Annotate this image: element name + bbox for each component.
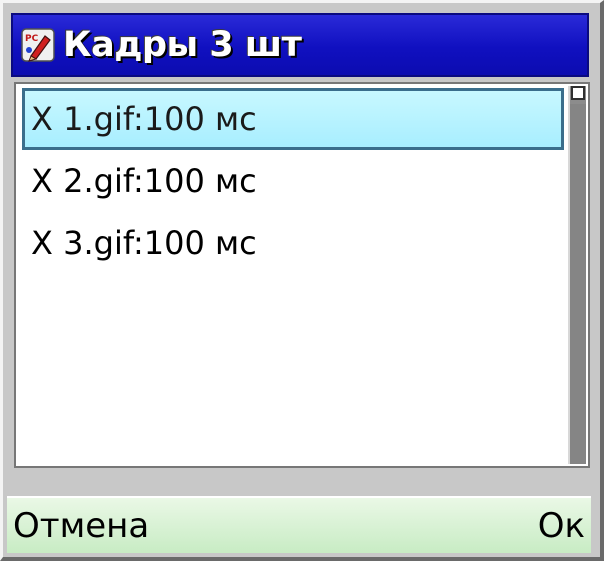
- paint-app-icon: PC: [21, 28, 55, 62]
- list-item-label: X 1.gif:100 мс: [31, 100, 257, 138]
- title-bar: PC Кадры 3 шт: [11, 13, 589, 77]
- cancel-button[interactable]: Отмена: [7, 506, 155, 546]
- list-item-label: X 2.gif:100 мс: [31, 162, 257, 200]
- scroll-track[interactable]: [570, 104, 586, 464]
- frames-list-panel: X 1.gif:100 мс X 2.gif:100 мс X 3.gif:10…: [14, 82, 590, 468]
- window-title: Кадры 3 шт: [63, 25, 302, 65]
- softkey-bar: Отмена Ок: [7, 496, 591, 553]
- frames-list: X 1.gif:100 мс X 2.gif:100 мс X 3.gif:10…: [22, 88, 564, 274]
- list-item-frame-3[interactable]: X 3.gif:100 мс: [22, 212, 564, 274]
- svg-text:PC: PC: [25, 34, 39, 44]
- scroll-thumb[interactable]: [571, 86, 585, 100]
- list-item-frame-2[interactable]: X 2.gif:100 мс: [22, 150, 564, 212]
- list-item-label: X 3.gif:100 мс: [31, 224, 257, 262]
- vertical-scrollbar[interactable]: [568, 86, 586, 464]
- ok-button[interactable]: Ок: [532, 506, 591, 546]
- list-item-frame-1[interactable]: X 1.gif:100 мс: [22, 88, 564, 150]
